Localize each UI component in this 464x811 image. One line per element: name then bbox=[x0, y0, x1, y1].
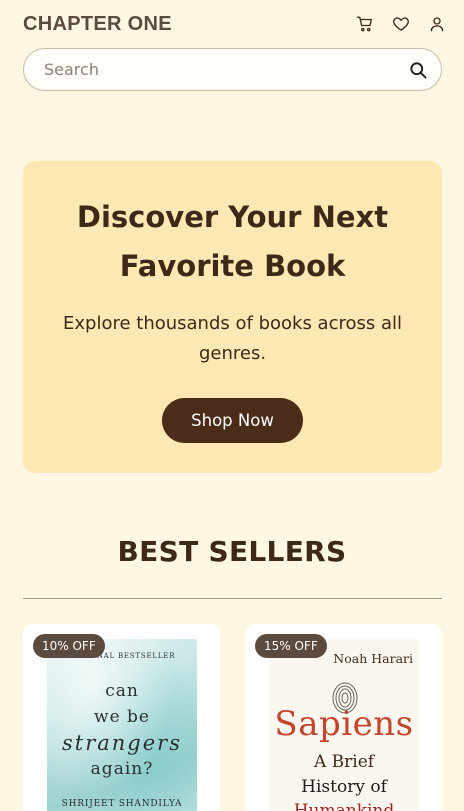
cover-subtitle-line: Humankind bbox=[293, 801, 395, 811]
hero-title: Discover Your Next Favorite Book bbox=[76, 200, 389, 283]
cover-title-line: again? bbox=[90, 759, 154, 779]
cover-subtitle-line: History of bbox=[301, 777, 387, 797]
heart-icon[interactable] bbox=[391, 14, 411, 34]
hero-subtitle: Explore thousands of books across all ge… bbox=[63, 313, 402, 364]
user-icon[interactable] bbox=[427, 14, 447, 34]
shop-now-button[interactable]: Shop Now bbox=[162, 398, 303, 443]
cover-title-line: we be bbox=[94, 707, 150, 727]
product-card[interactable]: 10% OFF NATIONAL BESTSELLER can we be st… bbox=[23, 624, 220, 811]
section-title: BEST SELLERS bbox=[117, 535, 347, 568]
search-input[interactable] bbox=[44, 60, 407, 79]
section-divider bbox=[23, 598, 442, 599]
cart-icon[interactable] bbox=[355, 14, 375, 34]
book-cover-image[interactable]: NATIONAL BESTSELLER can we be strangers … bbox=[47, 639, 197, 811]
header-actions bbox=[355, 14, 447, 34]
discount-badge: 10% OFF bbox=[33, 634, 105, 658]
cover-subtitle-line: A Brief bbox=[313, 752, 375, 772]
search-bar bbox=[23, 48, 442, 91]
brand-logo[interactable]: CHAPTER ONE bbox=[23, 13, 172, 36]
book-cover-image[interactable]: Noah Harari Sapiens A Brief History of H… bbox=[269, 639, 419, 811]
cover-title-line: strangers bbox=[62, 731, 182, 755]
top-header: CHAPTER ONE bbox=[23, 10, 444, 38]
cover-title-line: can bbox=[105, 681, 139, 701]
discount-badge: 15% OFF bbox=[255, 634, 327, 658]
cover-author: SHRIJEET SHANDILYA bbox=[61, 799, 183, 809]
search-icon[interactable] bbox=[407, 59, 429, 81]
cover-title: Sapiens bbox=[274, 704, 414, 744]
product-card[interactable]: 15% OFF Noah Harari Sapiens A Brief Hist… bbox=[245, 624, 442, 811]
hero-banner: Discover Your Next Favorite Book Explore… bbox=[23, 161, 442, 473]
